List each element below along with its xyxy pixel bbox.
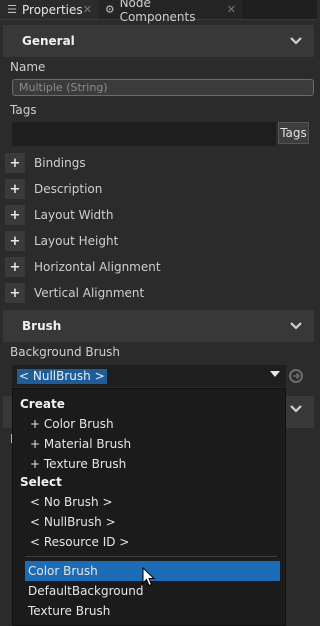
background-brush-select[interactable]: < NullBrush > <box>12 365 286 387</box>
tags-button[interactable]: Tags <box>278 122 309 144</box>
name-field[interactable]: Multiple (String) <box>12 79 314 96</box>
property-horizontal-alignment[interactable]: + Horizontal Alignment <box>3 255 314 279</box>
tab-node-components-label: Node Components <box>119 0 196 24</box>
plus-icon[interactable]: + <box>5 231 25 251</box>
tab-node-components[interactable]: ⚙ Node Components ✕ <box>98 0 242 24</box>
tab-properties[interactable]: ☰ Properties ✕ <box>0 0 98 19</box>
property-layout-height[interactable]: + Layout Height <box>3 229 314 253</box>
plus-icon[interactable]: + <box>5 283 25 303</box>
brush-section-header[interactable]: Brush <box>3 310 314 342</box>
background-brush-label: Background Brush <box>10 345 121 359</box>
select-header: Select <box>20 475 62 489</box>
tab-bar: ☰ Properties ✕ ⚙ Node Components ✕ <box>0 0 317 24</box>
brush-dropdown-menu: Create + Color Brush + Material Brush + … <box>12 388 286 626</box>
resource-default-background[interactable]: DefaultBackground <box>13 581 302 601</box>
property-label: Vertical Alignment <box>34 286 145 300</box>
brush-section-title: Brush <box>22 319 62 333</box>
property-vertical-alignment[interactable]: + Vertical Alignment <box>3 281 314 305</box>
menu-divider <box>25 556 277 557</box>
plus-icon[interactable]: + <box>5 205 25 225</box>
create-texture-brush[interactable]: + Texture Brush <box>13 454 304 474</box>
properties-list-icon: ☰ <box>7 3 17 16</box>
create-color-brush[interactable]: + Color Brush <box>13 414 304 434</box>
tags-label: Tags <box>10 103 37 117</box>
name-label: Name <box>10 60 46 74</box>
tags-input[interactable] <box>12 122 276 146</box>
selected-brush-value: < NullBrush > <box>17 369 107 384</box>
create-material-brush[interactable]: + Material Brush <box>13 434 304 454</box>
property-label: Horizontal Alignment <box>34 260 161 274</box>
property-description[interactable]: + Description <box>3 177 314 201</box>
mouse-cursor-icon <box>142 566 156 590</box>
dropdown-arrow-icon[interactable] <box>270 371 280 377</box>
resource-texture-brush[interactable]: Texture Brush <box>13 601 302 621</box>
property-bindings[interactable]: + Bindings <box>3 151 314 175</box>
close-icon[interactable]: ✕ <box>227 3 236 16</box>
create-header: Create <box>20 397 65 411</box>
general-section-title: General <box>22 34 75 48</box>
node-components-icon: ⚙ <box>104 3 115 16</box>
plus-icon[interactable]: + <box>5 153 25 173</box>
property-label: Layout Width <box>34 208 114 222</box>
plus-icon[interactable]: + <box>5 179 25 199</box>
property-label: Description <box>34 182 103 196</box>
property-label: Bindings <box>34 156 86 170</box>
close-icon[interactable]: ✕ <box>83 3 92 16</box>
select-no-brush[interactable]: < No Brush > <box>13 492 304 512</box>
property-label: Layout Height <box>34 234 119 248</box>
reset-icon[interactable] <box>288 368 304 384</box>
tab-properties-label: Properties <box>22 2 83 17</box>
chevron-down-icon[interactable] <box>290 37 302 45</box>
chevron-down-icon[interactable] <box>290 322 302 330</box>
property-layout-width[interactable]: + Layout Width <box>3 203 314 227</box>
general-section-header[interactable]: General <box>3 25 314 57</box>
select-resource-id[interactable]: < Resource ID > <box>13 532 304 552</box>
select-nullbrush[interactable]: < NullBrush > <box>13 512 304 532</box>
plus-icon[interactable]: + <box>5 257 25 277</box>
